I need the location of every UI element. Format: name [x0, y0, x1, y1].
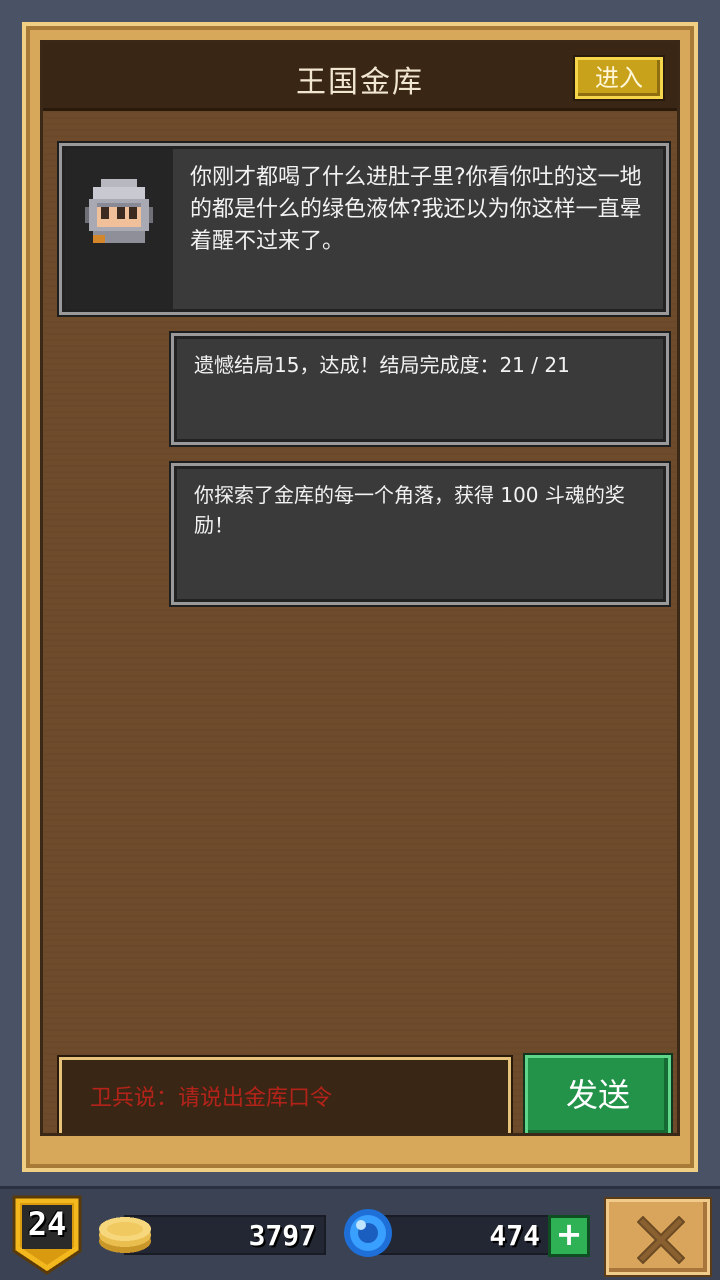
close-button[interactable] [606, 1199, 710, 1275]
title-bar: 王国金库 进入 [43, 43, 677, 111]
reward-message: 你探索了金库的每一个角落，获得 100 斗魂的奖励！ [171, 463, 669, 605]
coin-value: 3797 [248, 1219, 316, 1252]
reward-message-text: 你探索了金库的每一个角落，获得 100 斗魂的奖励！ [194, 483, 625, 537]
panel-content: 王国金库 进入 你刚才都喝了什么进肚子里?你看你吐的这一地的都是什么的绿色液体?… [40, 40, 680, 1136]
status-bar: 24 3797 474 + [0, 1186, 720, 1280]
vault-panel: 王国金库 进入 你刚才都喝了什么进肚子里?你看你吐的这一地的都是什么的绿色液体?… [22, 22, 698, 1172]
coin-counter: 3797 [124, 1215, 326, 1255]
npc-message-text: 你刚才都喝了什么进肚子里?你看你吐的这一地的都是什么的绿色液体?我还以为你这样一… [190, 165, 642, 254]
level-value: 24 [27, 1205, 67, 1243]
gem-value: 474 [489, 1219, 540, 1252]
enter-button[interactable]: 进入 [575, 57, 663, 99]
level-badge: 24 [12, 1195, 82, 1275]
coin-stack-icon [99, 1217, 151, 1253]
password-input-box[interactable] [59, 1057, 511, 1133]
close-icon [637, 1216, 685, 1264]
add-gems-button[interactable]: + [548, 1215, 590, 1257]
blue-gem-icon [344, 1209, 392, 1257]
knight-helmet-icon [85, 179, 153, 243]
ending-message: 遗憾结局15，达成！结局完成度：21 / 21 [171, 333, 669, 445]
send-button[interactable]: 发送 [525, 1055, 671, 1133]
npc-message: 你刚才都喝了什么进肚子里?你看你吐的这一地的都是什么的绿色液体?我还以为你这样一… [59, 143, 669, 315]
ending-message-text: 遗憾结局15，达成！结局完成度：21 / 21 [194, 353, 570, 377]
avatar-frame [65, 149, 173, 309]
gem-counter: 474 [370, 1215, 566, 1255]
password-input[interactable] [90, 1078, 490, 1118]
